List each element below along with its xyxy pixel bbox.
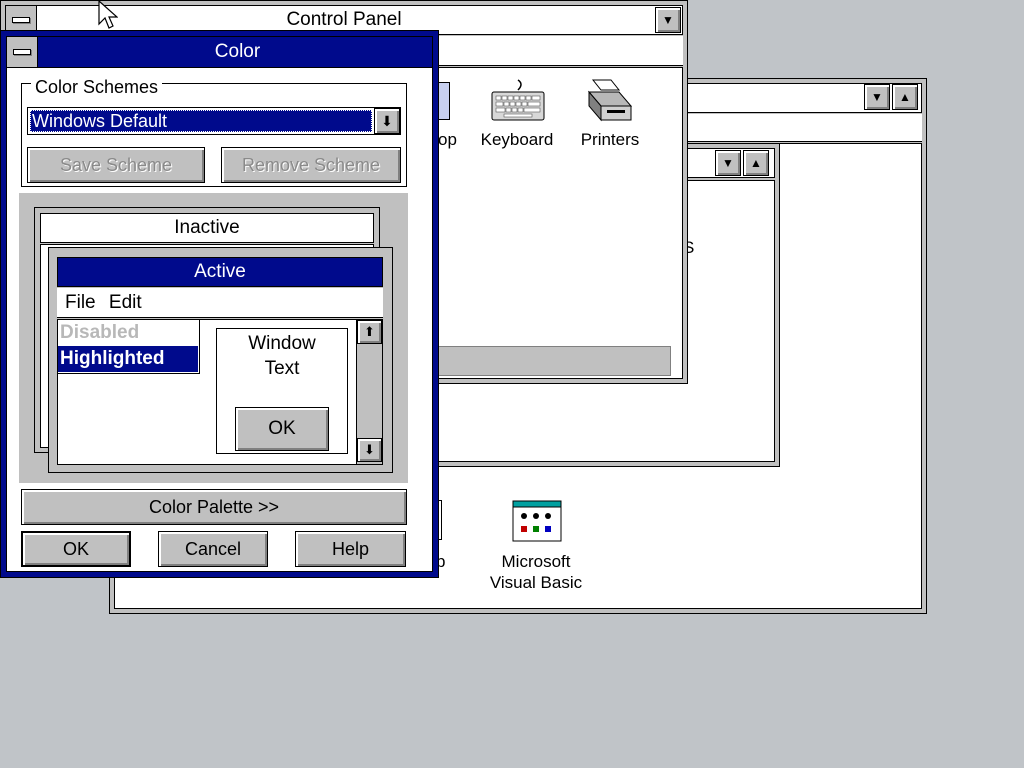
- color-dialog: Color Color Schemes Windows Default ⬇ Sa…: [0, 30, 439, 578]
- preview-menu-file: File: [65, 292, 96, 313]
- maximize-button[interactable]: ▲: [892, 84, 918, 110]
- save-scheme-button[interactable]: Save Scheme: [27, 147, 205, 183]
- minimize-button[interactable]: ▼: [864, 84, 890, 110]
- preview-inactive-titlebar: Inactive: [40, 213, 374, 243]
- preview-scroll-up: ⬆: [357, 320, 382, 344]
- triangle-down-icon: ▼: [662, 13, 674, 27]
- triangle-up-icon: ▲: [899, 90, 911, 104]
- preview-ok-button: OK: [235, 407, 329, 451]
- preview-active-title: Active: [194, 261, 246, 282]
- preview-inactive-title: Inactive: [174, 217, 240, 238]
- printers-label[interactable]: Printers: [572, 129, 648, 150]
- visual-basic-label[interactable]: Microsoft Visual Basic: [478, 551, 594, 593]
- preview-dropdown-menu: Disabled Highlighted: [58, 320, 200, 374]
- preview-client: Disabled Highlighted Window Text OK ⬆ ⬇: [57, 319, 383, 465]
- visual-basic-app-icon: [512, 500, 562, 542]
- ok-button[interactable]: OK: [21, 531, 131, 567]
- preview-scrollbar: ⬆ ⬇: [356, 320, 382, 464]
- system-menu-icon: [12, 17, 30, 23]
- control-panel-minimize-button[interactable]: ▼: [655, 7, 681, 33]
- printers-icon[interactable]: [585, 76, 635, 126]
- preview-window-text-box: Window Text OK: [216, 328, 348, 454]
- remove-scheme-button[interactable]: Remove Scheme: [221, 147, 401, 183]
- preview-active-titlebar: Active: [57, 257, 383, 287]
- arrow-up-icon: ⬆: [364, 324, 375, 339]
- printer-graphic-icon: [587, 79, 633, 122]
- color-dialog-titlebar[interactable]: Color: [6, 36, 433, 68]
- preview-disabled-item: Disabled: [60, 322, 140, 343]
- triangle-up-icon: ▲: [750, 156, 762, 170]
- triangle-down-icon: ▼: [871, 90, 883, 104]
- cancel-button[interactable]: Cancel: [158, 531, 268, 567]
- child-minimize-button[interactable]: ▼: [715, 150, 741, 176]
- system-menu-icon: [13, 49, 31, 55]
- color-dialog-title: Color: [214, 41, 261, 62]
- color-schemes-label: Color Schemes: [31, 77, 163, 98]
- keyboard-icon[interactable]: [490, 78, 546, 124]
- preview-highlighted-item: Highlighted: [58, 346, 198, 372]
- preview-scroll-down: ⬇: [357, 438, 382, 462]
- keyboard-graphic-icon: [491, 79, 545, 121]
- control-panel-status-bar: [437, 346, 671, 376]
- color-scheme-dropdown[interactable]: Windows Default ⬇: [27, 107, 401, 135]
- preview-menu-edit: Edit: [108, 292, 142, 313]
- keyboard-label[interactable]: Keyboard: [478, 129, 556, 150]
- help-button[interactable]: Help: [295, 531, 406, 567]
- desktop-partial-label: op: [438, 130, 457, 149]
- preview-window-text: Window Text: [248, 333, 316, 379]
- visual-basic-icon[interactable]: [512, 500, 562, 542]
- triangle-down-icon: ▼: [722, 156, 734, 170]
- child-maximize-button[interactable]: ▲: [743, 150, 769, 176]
- arrow-down-icon: ⬇: [381, 112, 393, 129]
- preview-menubar: File Edit: [57, 288, 383, 318]
- arrow-down-icon: ⬇: [364, 442, 375, 457]
- preview-active-window[interactable]: Active File Edit Disabled Highlighted Wi…: [48, 247, 393, 473]
- mouse-cursor-icon: [98, 0, 118, 29]
- color-scheme-value: Windows Default: [30, 110, 372, 132]
- color-dialog-system-menu[interactable]: [6, 36, 38, 68]
- color-palette-button[interactable]: Color Palette >>: [21, 489, 407, 525]
- dropdown-arrow-button[interactable]: ⬇: [374, 108, 400, 134]
